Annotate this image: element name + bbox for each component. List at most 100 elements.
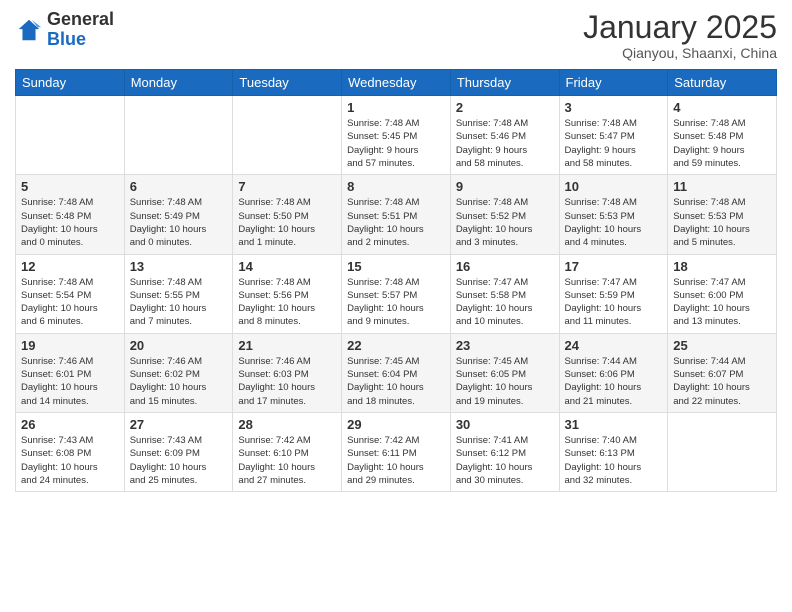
calendar-cell: 14 Sunrise: 7:48 AM Sunset: 5:56 PM Dayli… [233,254,342,333]
day-number: 23 [456,338,554,353]
page-container: General Blue January 2025 Qianyou, Shaan… [0,0,792,502]
calendar-cell: 17 Sunrise: 7:47 AM Sunset: 5:59 PM Dayli… [559,254,668,333]
day-number: 2 [456,100,554,115]
day-number: 4 [673,100,771,115]
col-sunday: Sunday [16,70,125,96]
logo[interactable]: General Blue [15,10,114,50]
day-number: 31 [565,417,663,432]
day-number: 24 [565,338,663,353]
calendar-cell: 19Sunrise: 7:46 AM Sunset: 6:01 PM Dayli… [16,333,125,412]
day-info: Sunrise: 7:48 AM Sunset: 5:45 PM Dayligh… [347,117,445,170]
calendar-cell: 10 Sunrise: 7:48 AM Sunset: 5:53 PM Dayli… [559,175,668,254]
calendar-cell: 21 Sunrise: 7:46 AM Sunset: 6:03 PM Dayli… [233,333,342,412]
calendar-cell: 28 Sunrise: 7:42 AM Sunset: 6:10 PM Dayli… [233,412,342,491]
day-info: Sunrise: 7:45 AM Sunset: 6:05 PM Dayligh… [456,355,554,408]
col-tuesday: Tuesday [233,70,342,96]
day-info: Sunrise: 7:47 AM Sunset: 6:00 PM Dayligh… [673,276,771,329]
day-number: 21 [238,338,336,353]
day-number: 10 [565,179,663,194]
day-info: Sunrise: 7:48 AM Sunset: 5:55 PM Dayligh… [130,276,228,329]
calendar-cell: 15 Sunrise: 7:48 AM Sunset: 5:57 PM Dayli… [342,254,451,333]
calendar-week-2: 5Sunrise: 7:48 AM Sunset: 5:48 PM Daylig… [16,175,777,254]
day-number: 17 [565,259,663,274]
day-info: Sunrise: 7:43 AM Sunset: 6:09 PM Dayligh… [130,434,228,487]
page-header: General Blue January 2025 Qianyou, Shaan… [15,10,777,61]
logo-text: General Blue [47,10,114,50]
calendar-cell: 20Sunrise: 7:46 AM Sunset: 6:02 PM Dayli… [124,333,233,412]
day-info: Sunrise: 7:48 AM Sunset: 5:49 PM Dayligh… [130,196,228,249]
calendar-cell: 7Sunrise: 7:48 AM Sunset: 5:50 PM Daylig… [233,175,342,254]
day-info: Sunrise: 7:48 AM Sunset: 5:51 PM Dayligh… [347,196,445,249]
day-info: Sunrise: 7:46 AM Sunset: 6:01 PM Dayligh… [21,355,119,408]
calendar-cell: 9 Sunrise: 7:48 AM Sunset: 5:52 PM Daylig… [450,175,559,254]
day-info: Sunrise: 7:40 AM Sunset: 6:13 PM Dayligh… [565,434,663,487]
day-number: 12 [21,259,119,274]
calendar-table: Sunday Monday Tuesday Wednesday Thursday… [15,69,777,492]
day-number: 13 [130,259,228,274]
calendar-cell [668,412,777,491]
calendar-cell: 22Sunrise: 7:45 AM Sunset: 6:04 PM Dayli… [342,333,451,412]
calendar-week-3: 12 Sunrise: 7:48 AM Sunset: 5:54 PM Dayli… [16,254,777,333]
day-number: 16 [456,259,554,274]
calendar-cell: 6 Sunrise: 7:48 AM Sunset: 5:49 PM Daylig… [124,175,233,254]
day-number: 9 [456,179,554,194]
calendar-cell: 29Sunrise: 7:42 AM Sunset: 6:11 PM Dayli… [342,412,451,491]
calendar-cell [16,96,125,175]
calendar-cell: 18 Sunrise: 7:47 AM Sunset: 6:00 PM Dayli… [668,254,777,333]
col-saturday: Saturday [668,70,777,96]
day-info: Sunrise: 7:48 AM Sunset: 5:47 PM Dayligh… [565,117,663,170]
calendar-body: 1 Sunrise: 7:48 AM Sunset: 5:45 PM Daylig… [16,96,777,492]
calendar-cell: 4 Sunrise: 7:48 AM Sunset: 5:48 PM Daylig… [668,96,777,175]
calendar-cell: 5Sunrise: 7:48 AM Sunset: 5:48 PM Daylig… [16,175,125,254]
day-info: Sunrise: 7:42 AM Sunset: 6:10 PM Dayligh… [238,434,336,487]
col-friday: Friday [559,70,668,96]
day-info: Sunrise: 7:47 AM Sunset: 5:58 PM Dayligh… [456,276,554,329]
logo-general: General [47,9,114,29]
day-info: Sunrise: 7:48 AM Sunset: 5:50 PM Dayligh… [238,196,336,249]
day-info: Sunrise: 7:41 AM Sunset: 6:12 PM Dayligh… [456,434,554,487]
day-number: 5 [21,179,119,194]
calendar-cell: 1 Sunrise: 7:48 AM Sunset: 5:45 PM Daylig… [342,96,451,175]
day-info: Sunrise: 7:48 AM Sunset: 5:53 PM Dayligh… [565,196,663,249]
day-number: 1 [347,100,445,115]
calendar-cell: 8 Sunrise: 7:48 AM Sunset: 5:51 PM Daylig… [342,175,451,254]
calendar-cell: 27Sunrise: 7:43 AM Sunset: 6:09 PM Dayli… [124,412,233,491]
day-info: Sunrise: 7:43 AM Sunset: 6:08 PM Dayligh… [21,434,119,487]
logo-blue: Blue [47,29,86,49]
day-info: Sunrise: 7:44 AM Sunset: 6:07 PM Dayligh… [673,355,771,408]
day-info: Sunrise: 7:48 AM Sunset: 5:52 PM Dayligh… [456,196,554,249]
day-number: 20 [130,338,228,353]
day-number: 6 [130,179,228,194]
calendar-cell [233,96,342,175]
day-number: 14 [238,259,336,274]
day-number: 3 [565,100,663,115]
calendar-cell: 3 Sunrise: 7:48 AM Sunset: 5:47 PM Daylig… [559,96,668,175]
day-info: Sunrise: 7:48 AM Sunset: 5:48 PM Dayligh… [673,117,771,170]
calendar-cell: 11Sunrise: 7:48 AM Sunset: 5:53 PM Dayli… [668,175,777,254]
day-number: 28 [238,417,336,432]
day-info: Sunrise: 7:46 AM Sunset: 6:03 PM Dayligh… [238,355,336,408]
day-number: 8 [347,179,445,194]
calendar-cell: 26 Sunrise: 7:43 AM Sunset: 6:08 PM Dayli… [16,412,125,491]
calendar-cell: 12 Sunrise: 7:48 AM Sunset: 5:54 PM Dayli… [16,254,125,333]
day-info: Sunrise: 7:48 AM Sunset: 5:53 PM Dayligh… [673,196,771,249]
day-number: 18 [673,259,771,274]
logo-icon [15,16,43,44]
day-info: Sunrise: 7:45 AM Sunset: 6:04 PM Dayligh… [347,355,445,408]
day-info: Sunrise: 7:47 AM Sunset: 5:59 PM Dayligh… [565,276,663,329]
day-info: Sunrise: 7:48 AM Sunset: 5:54 PM Dayligh… [21,276,119,329]
title-section: January 2025 Qianyou, Shaanxi, China [583,10,777,61]
day-number: 15 [347,259,445,274]
calendar-cell [124,96,233,175]
day-info: Sunrise: 7:42 AM Sunset: 6:11 PM Dayligh… [347,434,445,487]
day-info: Sunrise: 7:48 AM Sunset: 5:56 PM Dayligh… [238,276,336,329]
calendar-week-4: 19Sunrise: 7:46 AM Sunset: 6:01 PM Dayli… [16,333,777,412]
calendar-header-row: Sunday Monday Tuesday Wednesday Thursday… [16,70,777,96]
day-info: Sunrise: 7:48 AM Sunset: 5:46 PM Dayligh… [456,117,554,170]
day-number: 26 [21,417,119,432]
calendar-cell: 25Sunrise: 7:44 AM Sunset: 6:07 PM Dayli… [668,333,777,412]
calendar-cell: 24Sunrise: 7:44 AM Sunset: 6:06 PM Dayli… [559,333,668,412]
day-info: Sunrise: 7:48 AM Sunset: 5:57 PM Dayligh… [347,276,445,329]
calendar-week-5: 26 Sunrise: 7:43 AM Sunset: 6:08 PM Dayli… [16,412,777,491]
calendar-cell: 2 Sunrise: 7:48 AM Sunset: 5:46 PM Daylig… [450,96,559,175]
